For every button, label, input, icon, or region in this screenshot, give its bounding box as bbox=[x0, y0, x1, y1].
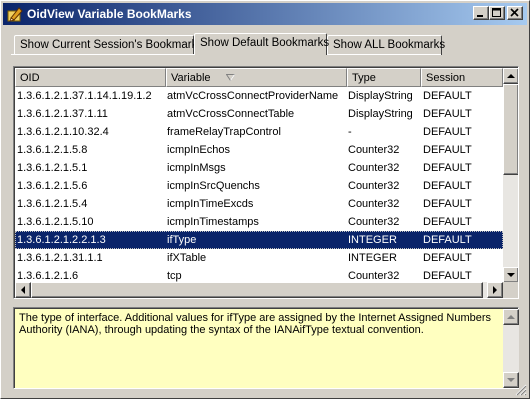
table-row[interactable]: 1.3.6.1.2.1.10.32.4 frameRelayTrapControl… bbox=[15, 123, 503, 141]
cell-type: Counter32 bbox=[348, 180, 400, 192]
table-row[interactable]: 1.3.6.1.2.1.37.1.11 atmVcCrossConnectTabl… bbox=[15, 105, 503, 123]
cell-session: DEFAULT bbox=[423, 234, 472, 246]
table-row-selected[interactable]: 1.3.6.1.2.1.2.2.1.3 ifType INTEGER DEFAULT bbox=[15, 231, 503, 249]
arrow-down-icon bbox=[507, 378, 515, 382]
bookmarks-window: OidView Variable BookMarks Show Current … bbox=[0, 0, 530, 399]
arrow-right-icon bbox=[493, 286, 497, 294]
description-panel[interactable]: The type of interface. Additional values… bbox=[13, 307, 519, 389]
cell-oid: 1.3.6.1.2.1.5.10 bbox=[17, 216, 94, 228]
cell-session: DEFAULT bbox=[423, 180, 472, 192]
scroll-up-button[interactable] bbox=[503, 68, 518, 84]
minimize-button[interactable] bbox=[473, 6, 489, 20]
close-icon bbox=[510, 8, 519, 17]
table-row[interactable]: 1.3.6.1.2.1.5.4 icmpInTimeExcds Counter32 D… bbox=[15, 195, 503, 213]
tab-label: Show Current Session's Bookmarks bbox=[20, 39, 204, 51]
cell-session: DEFAULT bbox=[423, 90, 472, 102]
bookmarks-table[interactable]: OID Variable Type Session 1.3.6.1.2.1.37… bbox=[13, 66, 519, 299]
cell-oid: 1.3.6.1.2.1.5.1 bbox=[17, 162, 88, 174]
cell-variable: atmVcCrossConnectTable bbox=[167, 108, 295, 120]
table-header: OID Variable Type Session bbox=[15, 68, 503, 87]
cell-variable: icmpInEchos bbox=[167, 144, 230, 156]
table-horizontal-scrollbar[interactable] bbox=[15, 282, 503, 298]
cell-variable: ifXTable bbox=[167, 252, 207, 264]
table-row[interactable]: 1.3.6.1.2.1.5.6 icmpInSrcQuenchs Counter32… bbox=[15, 177, 503, 195]
table-rows: 1.3.6.1.2.1.37.1.14.1.19.1.2 atmVcCrossCo… bbox=[15, 87, 503, 283]
cell-oid: 1.3.6.1.2.1.6 bbox=[17, 270, 79, 282]
cell-type: Counter32 bbox=[348, 144, 400, 156]
cell-variable: tcp bbox=[167, 270, 182, 282]
arrow-up-icon bbox=[507, 315, 515, 319]
column-header-oid[interactable]: OID bbox=[15, 68, 166, 87]
window-title: OidView Variable BookMarks bbox=[27, 7, 192, 21]
cell-type: INTEGER bbox=[348, 234, 397, 246]
cell-variable: icmpInMsgs bbox=[167, 162, 226, 174]
cell-type: DisplayString bbox=[348, 108, 413, 120]
variable-description: The type of interface. Additional values… bbox=[19, 312, 492, 336]
cell-oid: 1.3.6.1.2.1.37.1.11 bbox=[17, 108, 108, 120]
tab-all-bookmarks[interactable]: Show ALL Bookmarks bbox=[327, 35, 446, 55]
cell-type: DisplayString bbox=[348, 90, 413, 102]
cell-type: INTEGER bbox=[348, 252, 397, 264]
cell-variable: icmpInTimestamps bbox=[167, 216, 259, 228]
tab-label: Show Default Bookmarks bbox=[200, 37, 330, 49]
cell-oid: 1.3.6.1.2.1.5.8 bbox=[17, 144, 88, 156]
cell-session: DEFAULT bbox=[423, 216, 472, 228]
title-bar[interactable]: OidView Variable BookMarks bbox=[3, 3, 527, 25]
close-button[interactable] bbox=[507, 6, 523, 20]
sort-descending-icon bbox=[226, 74, 235, 81]
cell-oid: 1.3.6.1.2.1.2.2.1.3 bbox=[17, 234, 106, 246]
cell-oid: 1.3.6.1.2.1.5.6 bbox=[17, 180, 88, 192]
cell-type: Counter32 bbox=[348, 270, 400, 282]
scroll-thumb[interactable] bbox=[503, 84, 518, 175]
cell-type: Counter32 bbox=[348, 216, 400, 228]
minimize-icon bbox=[477, 15, 483, 17]
arrow-up-icon bbox=[507, 74, 515, 78]
tab-current-session[interactable]: Show Current Session's Bookmarks bbox=[14, 35, 203, 55]
column-header-session[interactable]: Session bbox=[421, 68, 503, 87]
cell-variable: frameRelayTrapControl bbox=[167, 126, 281, 138]
tab-default-bookmarks[interactable]: Show Default Bookmarks bbox=[194, 33, 330, 55]
cell-session: DEFAULT bbox=[423, 126, 472, 138]
cell-session: DEFAULT bbox=[423, 162, 472, 174]
pencil-bookmark-icon bbox=[7, 7, 23, 22]
table-vertical-scrollbar[interactable] bbox=[503, 68, 518, 283]
cell-session: DEFAULT bbox=[423, 198, 472, 210]
scrollbar-corner bbox=[503, 282, 518, 298]
cell-session: DEFAULT bbox=[423, 270, 472, 282]
cell-oid: 1.3.6.1.2.1.10.32.4 bbox=[17, 126, 109, 138]
cell-oid: 1.3.6.1.2.1.5.4 bbox=[17, 198, 88, 210]
cell-type: Counter32 bbox=[348, 198, 400, 210]
resize-grip-icon[interactable] bbox=[515, 384, 527, 396]
desc-scroll-up-button[interactable] bbox=[503, 309, 519, 325]
cell-session: DEFAULT bbox=[423, 144, 472, 156]
table-row[interactable]: 1.3.6.1.2.1.5.1 icmpInMsgs Counter32 DEFAUL… bbox=[15, 159, 503, 177]
scroll-right-button[interactable] bbox=[487, 282, 503, 298]
maximize-button[interactable] bbox=[489, 6, 505, 20]
column-header-variable[interactable]: Variable bbox=[166, 68, 347, 87]
cell-type: Counter32 bbox=[348, 162, 400, 174]
scroll-down-button[interactable] bbox=[503, 267, 518, 283]
maximize-icon bbox=[492, 8, 501, 17]
cell-variable: ifType bbox=[167, 234, 197, 246]
arrow-down-icon bbox=[507, 273, 515, 277]
cell-variable: icmpInSrcQuenchs bbox=[167, 180, 260, 192]
scroll-thumb-horizontal[interactable] bbox=[31, 282, 483, 298]
tab-label: Show ALL Bookmarks bbox=[333, 39, 446, 51]
cell-oid: 1.3.6.1.2.1.37.1.14.1.19.1.2 bbox=[17, 90, 152, 102]
cell-session: DEFAULT bbox=[423, 252, 472, 264]
column-header-type[interactable]: Type bbox=[347, 68, 421, 87]
arrow-left-icon bbox=[21, 286, 25, 294]
table-row[interactable]: 1.3.6.1.2.1.5.8 icmpInEchos Counter32 DEFAU… bbox=[15, 141, 503, 159]
cell-type: - bbox=[348, 126, 352, 138]
table-row[interactable]: 1.3.6.1.2.1.37.1.14.1.19.1.2 atmVcCrossCo… bbox=[15, 87, 503, 105]
cell-variable: icmpInTimeExcds bbox=[167, 198, 254, 210]
table-row[interactable]: 1.3.6.1.2.1.5.10 icmpInTimestamps Counter3… bbox=[15, 213, 503, 231]
description-vertical-scrollbar[interactable] bbox=[503, 309, 519, 388]
scroll-left-button[interactable] bbox=[15, 282, 31, 298]
cell-session: DEFAULT bbox=[423, 108, 472, 120]
table-row[interactable]: 1.3.6.1.2.1.6 tcp Counter32 DEFAULT bbox=[15, 267, 503, 283]
cell-variable: atmVcCrossConnectProviderName bbox=[167, 90, 339, 102]
table-row[interactable]: 1.3.6.1.2.1.31.1.1 ifXTable INTEGER DEFAULT bbox=[15, 249, 503, 267]
cell-oid: 1.3.6.1.2.1.31.1.1 bbox=[17, 252, 103, 264]
